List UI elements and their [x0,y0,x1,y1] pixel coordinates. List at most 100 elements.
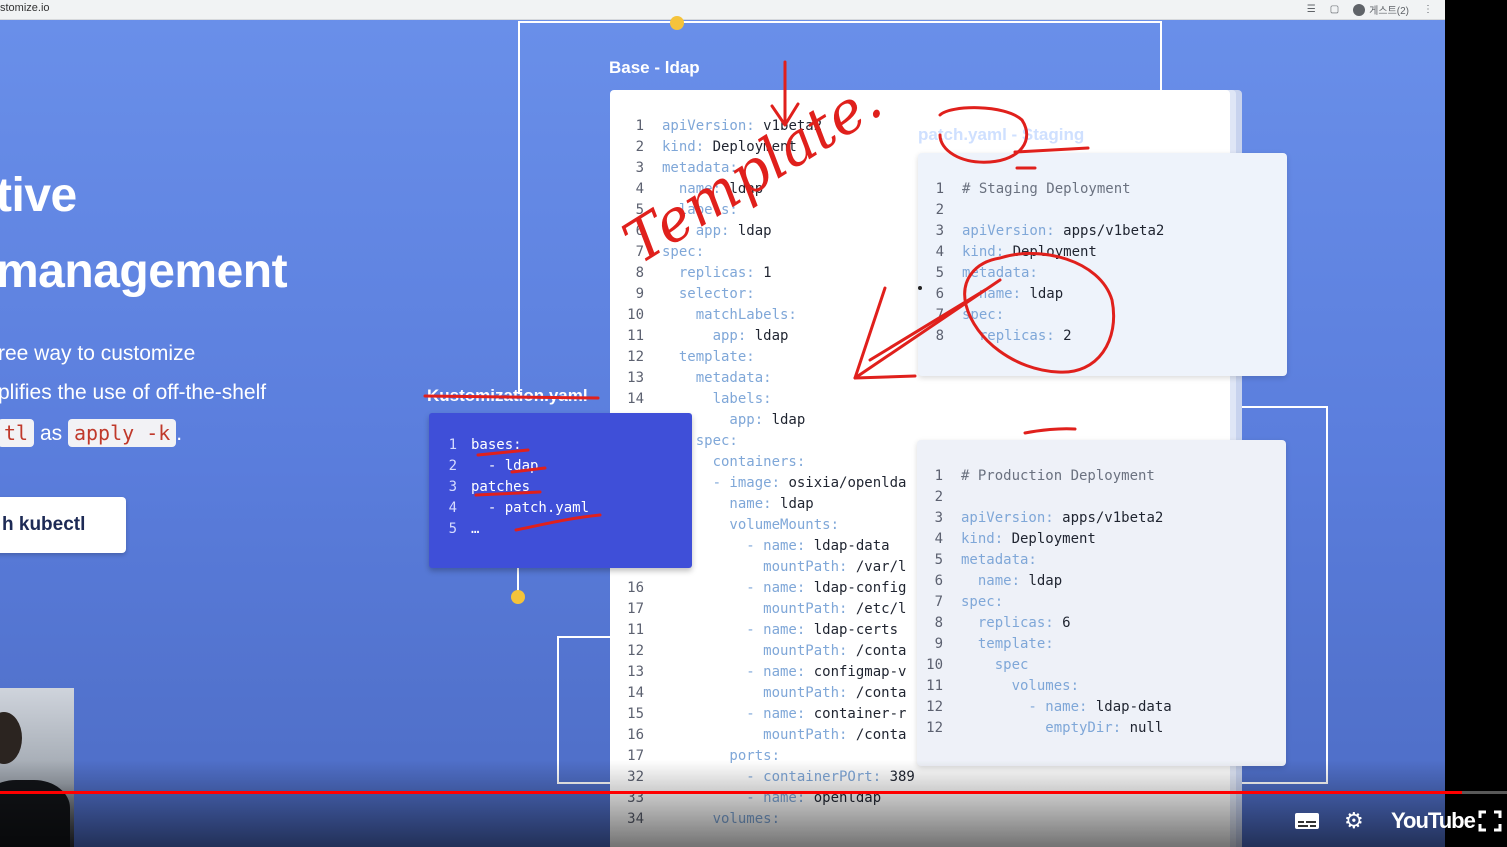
code-line: 12 emptyDir: null [917,718,1172,739]
code-value: Deployment [1012,244,1097,260]
code-key: volumes: [961,678,1080,694]
code-key: kind: [962,244,1013,260]
frame-line [518,21,1162,23]
code-value: ldap [754,328,789,344]
code-comment: # Production Deployment [961,468,1155,484]
code-value: ldap-data [813,538,890,554]
line-number: 15 [627,706,644,722]
line-number: 2 [635,139,644,155]
code-key: name: [662,181,730,197]
code-line: 1 bases: [431,435,589,456]
code-line: 10 spec [917,655,1172,676]
code-line: 16 - name: ldap-config [618,578,915,599]
code-line: 14 mountPath: /conta [618,683,915,704]
line-number: 6 [635,223,644,239]
code-value: ldap-certs [813,622,899,638]
code-key: - name: [662,664,814,680]
code-line: 1 apiVersion: v1beta2 [618,116,915,137]
line-number: 7 [934,594,943,610]
base-title: Base - ldap [609,58,700,77]
line-number: 4 [448,500,457,516]
code-value: … [471,521,480,537]
code-line: 2 [917,487,1172,508]
code-value: Deployment [712,139,797,155]
code-line: 8 replicas: 6 [917,613,1172,634]
more-vert-icon[interactable]: ⋮ [1423,4,1433,15]
code-value: /conta [855,727,907,743]
line-number: 10 [926,657,943,673]
code-value: 6 [1062,615,1071,631]
code-key: - name: [961,699,1096,715]
line-number: 16 [627,727,644,743]
code-key: apiVersion: [962,223,1064,239]
code-key: - name: [662,622,814,638]
code-key: metadata: [962,265,1038,281]
line-number: 2 [934,489,943,505]
line-number: 16 [627,580,644,596]
line-number: 5 [935,265,944,281]
code-line: 1 # Staging Deployment [918,179,1164,200]
line-number: 4 [635,181,644,197]
code-line: 2 [918,200,1164,221]
code-value: /var/l [855,559,907,575]
youtube-logo[interactable]: YouTube [1391,805,1476,837]
code-line: 5 metadata: [917,550,1172,571]
line-number: 5 [448,521,457,537]
code-line: 4 - patch.yaml [431,498,589,519]
code-line: 12 mountPath: /conta [618,641,915,662]
line-number: 13 [627,370,644,386]
line-number: 9 [635,286,644,302]
address-bar[interactable]: stomize.io [0,2,50,14]
line-number: 17 [627,601,644,617]
code-line: 9 template: [917,634,1172,655]
player-gradient [0,760,1507,847]
code-line: 13 - name: configmap-v [618,662,915,683]
kubectl-button[interactable]: h kubectl [0,497,126,553]
line-number: 12 [627,349,644,365]
hero-desc-line2: plifies the use of off-the-shelf [0,381,267,404]
code-key: apiVersion: [662,118,764,134]
code-value: - ldap [471,458,539,474]
line-number: 12 [926,720,943,736]
code-key: apiVersion: [961,510,1063,526]
code-key: metadata: [961,552,1037,568]
profile-button[interactable]: 게스트(2) [1353,2,1409,17]
line-number: 7 [935,307,944,323]
code-key: emptyDir: [961,720,1130,736]
code-line: 11 volumes: [917,676,1172,697]
code-value: null [1129,720,1164,736]
line-number: 11 [627,328,644,344]
line-number: 9 [934,636,943,652]
code-key: mountPath: [662,685,856,701]
line-number: 12 [926,699,943,715]
code-value: ldap [1029,286,1064,302]
code-line: 8 replicas: 2 [918,326,1164,347]
connector-dot [511,590,525,604]
code-line: 7 spec: [917,592,1172,613]
code-value: v1beta2 [763,118,823,134]
presenter-head [0,712,22,764]
code-key: replicas: [961,615,1063,631]
code-key: mountPath: [662,643,856,659]
line-number: 8 [935,328,944,344]
settings-icon[interactable]: ⚙ [1344,805,1364,837]
video-frame[interactable]: stomize.io ☰ ▢ 게스트(2) ⋮ tive management … [0,0,1445,847]
tab-icon[interactable]: ▢ [1330,4,1339,15]
code-key: spec: [662,244,705,260]
line-number: 3 [635,160,644,176]
frame-line [557,636,610,638]
code-key: replicas: [962,328,1064,344]
line-number: 11 [926,678,943,694]
subtitles-icon[interactable] [1294,805,1320,837]
progress-fill[interactable] [0,791,1462,794]
code-value: ldap [780,496,814,512]
menu-icon[interactable]: ☰ [1307,4,1316,15]
prod-code-card: 1 # Production Deployment 2 3 apiVersion: ap… [917,440,1286,766]
line-number: 8 [635,265,644,281]
code-key: app: [662,328,755,344]
code-line: 11 - name: ldap-certs [618,620,915,641]
code-line: 15 - name: container-r [618,704,915,725]
code-value: osixia/openlda [788,475,907,491]
fullscreen-icon[interactable] [1478,805,1502,837]
code-line: 16 mountPath: /conta [618,725,915,746]
